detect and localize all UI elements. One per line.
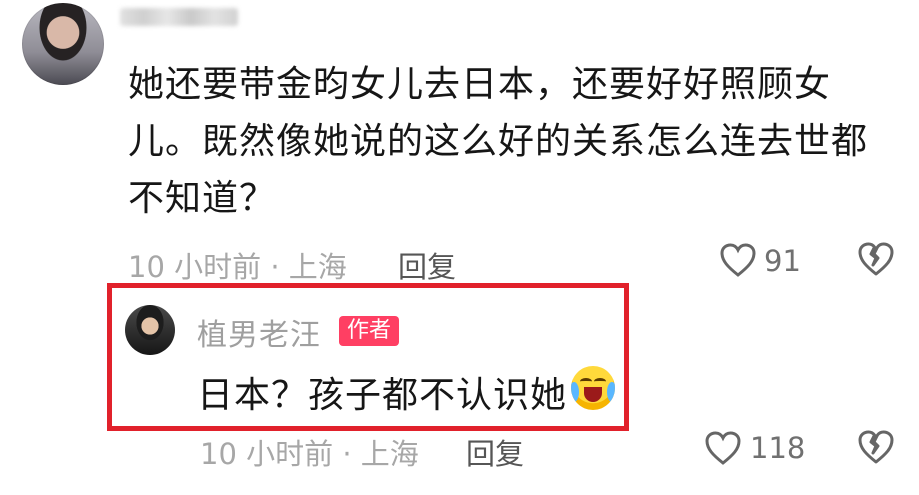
commenter-username[interactable]	[120, 8, 238, 26]
comment-body: 她还要带金昀女儿去日本，还要好好照顾女 儿。既然像她说的这么好的关系怎么连去世都…	[128, 56, 888, 227]
reply-reply-button[interactable]: 回复	[466, 431, 524, 473]
author-reply-text: 日本？孩子都不认识她	[197, 375, 568, 416]
reply-time-location: 10 小时前 · 上海	[200, 437, 419, 471]
comment-reply-button[interactable]: 回复	[398, 244, 456, 286]
reply-like-count: 118	[750, 431, 806, 465]
author-badge: 作者	[339, 316, 400, 346]
comment-line-1: 她还要带金昀女儿去日本，还要好好照顾女	[128, 64, 832, 105]
comment-line-2: 儿。既然像她说的这么好的关系怎么连去世都	[128, 121, 869, 162]
broken-heart-icon[interactable]	[856, 428, 896, 466]
heart-outline-icon[interactable]	[703, 430, 743, 466]
author-avatar[interactable]	[125, 305, 175, 355]
author-name[interactable]: 植男老汪	[197, 310, 321, 354]
commenter-avatar[interactable]	[22, 3, 104, 85]
comment-time-location: 10 小时前 · 上海	[128, 250, 347, 284]
broken-heart-icon[interactable]	[856, 240, 896, 278]
laughing-crying-emoji-icon	[571, 366, 615, 410]
heart-outline-icon[interactable]	[718, 242, 758, 278]
comment-like-count: 91	[764, 244, 801, 278]
comment-line-3: 不知道？	[128, 178, 277, 219]
